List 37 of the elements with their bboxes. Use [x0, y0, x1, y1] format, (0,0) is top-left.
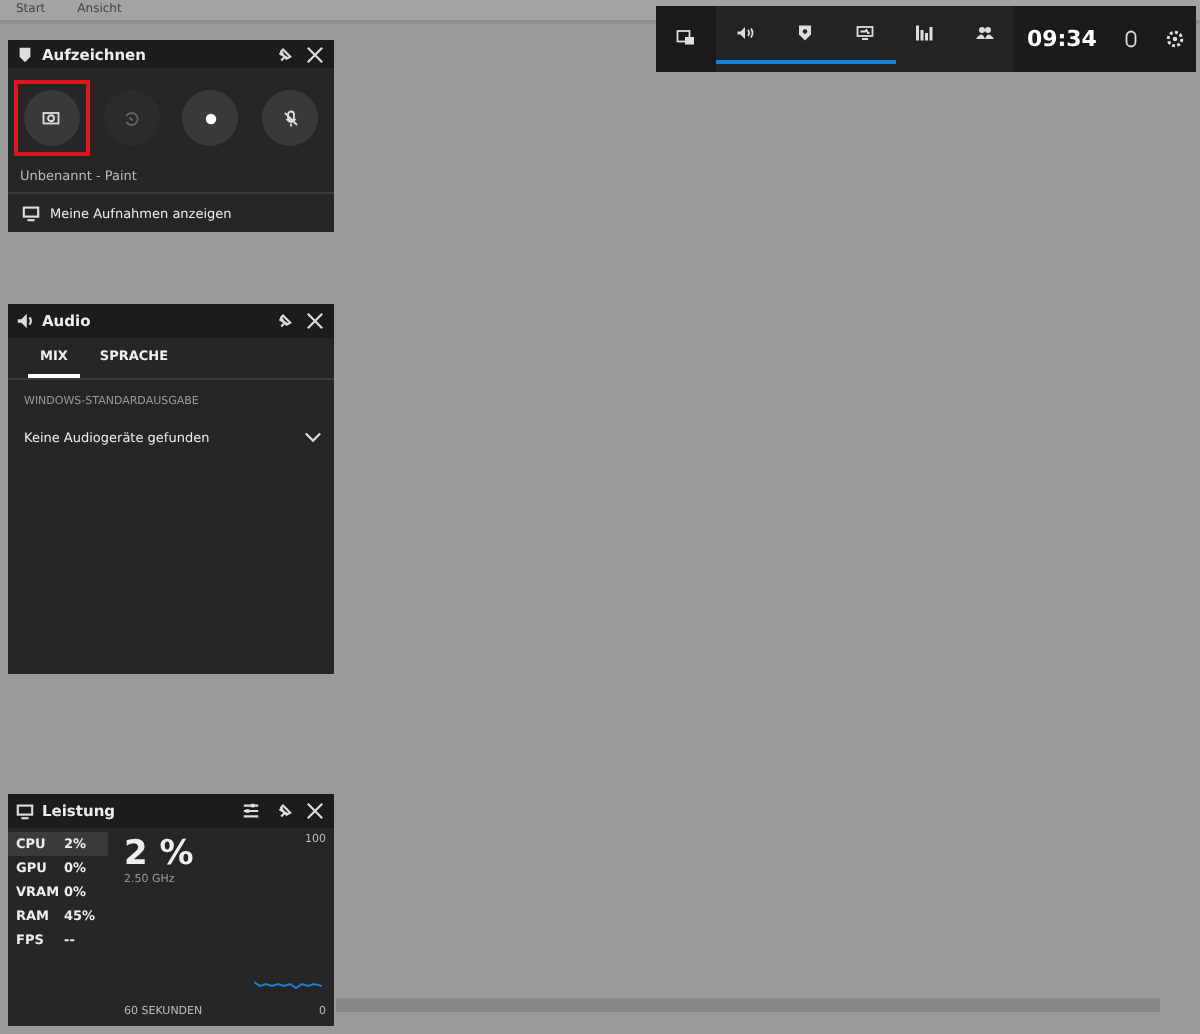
microphone-off-icon [281, 109, 300, 127]
rewind-icon [122, 109, 141, 127]
people-icon [975, 24, 994, 42]
close-icon [305, 45, 323, 63]
camera-icon [42, 109, 61, 127]
mic-button[interactable] [262, 90, 319, 146]
close-icon [305, 802, 323, 820]
monitor-icon [856, 24, 875, 42]
pin-icon [273, 312, 291, 330]
record-button[interactable] [182, 90, 239, 146]
options-icon [241, 802, 259, 820]
close-button[interactable] [302, 312, 326, 330]
speaker-icon [736, 24, 755, 42]
options-button[interactable] [238, 802, 262, 820]
monitor-icon [16, 802, 34, 820]
screenshot-button[interactable] [23, 90, 80, 146]
speaker-icon [16, 312, 34, 330]
pin-icon [273, 802, 291, 820]
scrollbar[interactable] [336, 998, 1160, 1012]
shield-icon [16, 45, 34, 63]
close-button[interactable] [302, 802, 326, 820]
widgets-button[interactable] [656, 6, 716, 72]
bar-chart-icon [916, 24, 935, 42]
usage-sparkline [254, 978, 322, 990]
mouse-icon [1121, 30, 1140, 48]
close-icon [305, 312, 323, 330]
chevron-down-icon [304, 428, 322, 446]
settings-button[interactable] [1152, 6, 1196, 72]
monitor-icon [22, 204, 40, 222]
shield-icon [796, 24, 815, 42]
widgets-icon [676, 28, 695, 46]
record-icon [201, 109, 220, 127]
pin-icon [273, 45, 291, 63]
usage-value: 2 % [124, 834, 194, 874]
clock: 09:34 [1014, 6, 1109, 72]
settings-icon [1165, 30, 1184, 48]
close-button[interactable] [302, 45, 326, 63]
